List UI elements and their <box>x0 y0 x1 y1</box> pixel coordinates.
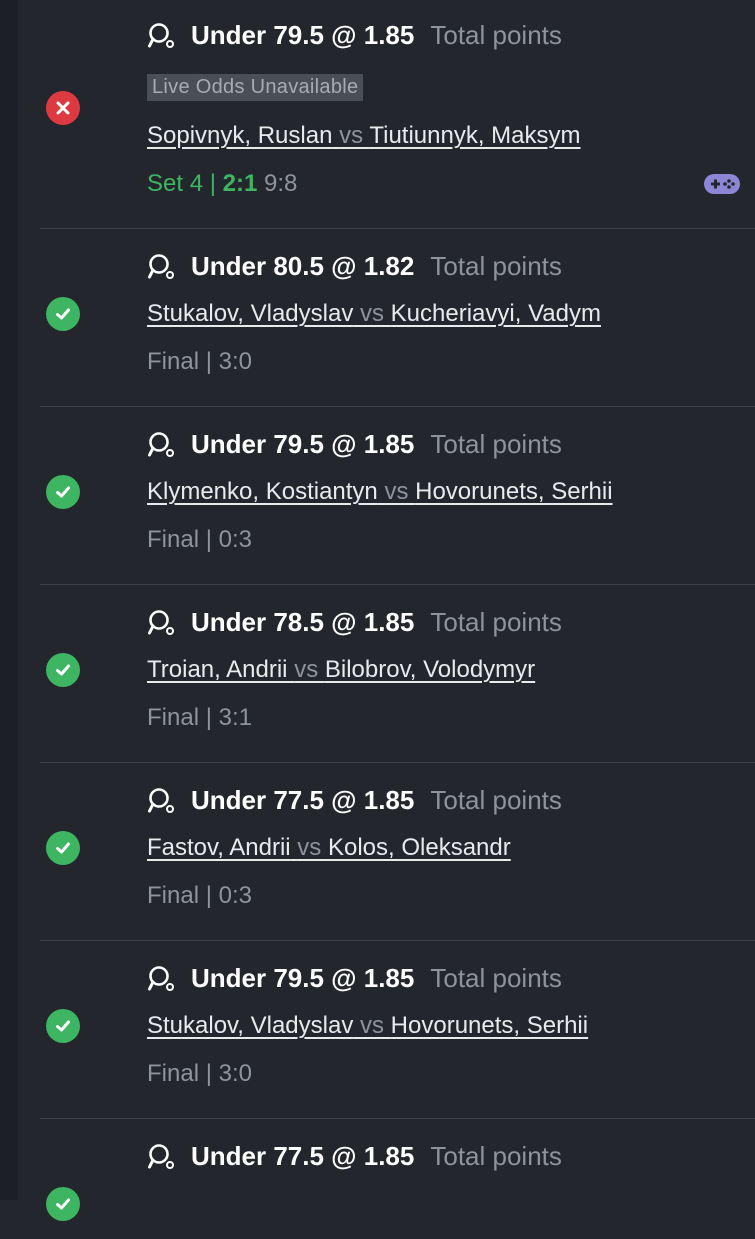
bet-market: Total points <box>430 607 562 637</box>
final-score: Final | 3:1 <box>147 704 252 731</box>
vs-label: vs <box>384 478 416 505</box>
bet-list: Under 79.5 @ 1.85 Total points Live Odds… <box>18 0 755 1221</box>
set-label: Set 4 | <box>147 170 223 197</box>
match-link[interactable]: Stukalov, Vladyslav vs Kucheriavyi, Vady… <box>147 300 601 328</box>
won-check-icon <box>46 653 80 687</box>
player-2: Hovorunets, Serhii <box>390 1012 589 1039</box>
final-score: Final | 3:0 <box>147 1060 252 1087</box>
vs-label: vs <box>297 834 328 861</box>
table-tennis-icon <box>148 1143 174 1169</box>
bet-header: Under 79.5 @ 1.85 Total points <box>147 963 562 994</box>
bet-row[interactable]: Under 78.5 @ 1.85 Total points Troian, A… <box>40 585 755 763</box>
table-tennis-icon <box>148 965 174 991</box>
bet-selection: Under 79.5 @ 1.85 <box>191 20 415 50</box>
player-1: Fastov, Andrii <box>147 834 291 861</box>
bet-header: Under 78.5 @ 1.85 Total points <box>147 607 562 638</box>
bet-market: Total points <box>430 785 562 815</box>
bet-selection: Under 78.5 @ 1.85 <box>191 607 415 637</box>
player-1: Sopivnyk, Ruslan <box>147 122 333 149</box>
live-odds-unavailable-badge: Live Odds Unavailable <box>147 74 364 101</box>
player-1: Stukalov, Vladyslav <box>147 1012 354 1039</box>
final-score: Final | 0:3 <box>147 526 252 553</box>
final-score: Final | 3:0 <box>147 348 252 375</box>
table-tennis-icon <box>148 22 174 48</box>
bet-header: Under 77.5 @ 1.85 Total points <box>147 1141 562 1172</box>
bet-row[interactable]: Under 77.5 @ 1.85 Total points <box>40 1119 755 1239</box>
won-check-icon <box>46 297 80 331</box>
player-2: Hovorunets, Serhii <box>415 478 613 505</box>
bet-row[interactable]: Under 79.5 @ 1.85 Total points Stukalov,… <box>40 941 755 1119</box>
player-2: Kolos, Oleksandr <box>327 834 511 861</box>
gamepad-icon[interactable] <box>703 171 741 197</box>
match-link[interactable]: Klymenko, Kostiantyn vs Hovorunets, Serh… <box>147 478 613 506</box>
table-tennis-icon <box>148 253 174 279</box>
match-link[interactable]: Stukalov, Vladyslav vs Hovorunets, Serhi… <box>147 1012 588 1040</box>
match-link[interactable]: Sopivnyk, Ruslan vs Tiutiunnyk, Maksym <box>147 122 581 150</box>
bet-header: Under 77.5 @ 1.85 Total points <box>147 785 562 816</box>
bet-market: Total points <box>430 20 562 50</box>
bet-selection: Under 80.5 @ 1.82 <box>191 251 415 281</box>
table-tennis-icon <box>148 787 174 813</box>
player-2: Kucheriavyi, Vadym <box>390 300 601 327</box>
bet-market: Total points <box>430 1141 562 1171</box>
bet-row[interactable]: Under 79.5 @ 1.85 Total points Klymenko,… <box>40 407 755 585</box>
won-check-icon <box>46 831 80 865</box>
bet-header: Under 79.5 @ 1.85 Total points <box>147 20 562 51</box>
bet-selection: Under 77.5 @ 1.85 <box>191 1141 415 1171</box>
player-1: Troian, Andrii <box>147 656 288 683</box>
table-tennis-icon <box>148 431 174 457</box>
bet-selection: Under 79.5 @ 1.85 <box>191 429 415 459</box>
left-rail <box>0 0 18 1200</box>
bet-header: Under 80.5 @ 1.82 Total points <box>147 251 562 282</box>
bet-market: Total points <box>430 429 562 459</box>
bet-row[interactable]: Under 77.5 @ 1.85 Total points Fastov, A… <box>40 763 755 941</box>
bet-market: Total points <box>430 251 562 281</box>
player-2: Tiutiunnyk, Maksym <box>369 122 581 149</box>
won-check-icon <box>46 1009 80 1043</box>
player-1: Klymenko, Kostiantyn <box>147 478 378 505</box>
lost-x-icon <box>46 91 80 125</box>
bet-selection: Under 79.5 @ 1.85 <box>191 963 415 993</box>
won-check-icon <box>46 475 80 509</box>
won-check-icon <box>46 1187 80 1221</box>
match-link[interactable]: Troian, Andrii vs Bilobrov, Volodymyr <box>147 656 535 684</box>
points-score: 9:8 <box>257 170 298 197</box>
vs-label: vs <box>339 122 370 149</box>
bet-selection: Under 77.5 @ 1.85 <box>191 785 415 815</box>
table-tennis-icon <box>148 609 174 635</box>
vs-label: vs <box>360 300 391 327</box>
live-score: Set 4 | 2:1 9:8 <box>147 170 297 198</box>
bet-header: Under 79.5 @ 1.85 Total points <box>147 429 562 460</box>
bet-market: Total points <box>430 963 562 993</box>
vs-label: vs <box>294 656 325 683</box>
vs-label: vs <box>360 1012 391 1039</box>
bet-row[interactable]: Under 79.5 @ 1.85 Total points Live Odds… <box>40 0 755 229</box>
sets-score: 2:1 <box>222 170 258 197</box>
bet-row[interactable]: Under 80.5 @ 1.82 Total points Stukalov,… <box>40 229 755 407</box>
match-link[interactable]: Fastov, Andrii vs Kolos, Oleksandr <box>147 834 511 862</box>
final-score: Final | 0:3 <box>147 882 252 909</box>
player-1: Stukalov, Vladyslav <box>147 300 354 327</box>
player-2: Bilobrov, Volodymyr <box>324 656 536 683</box>
